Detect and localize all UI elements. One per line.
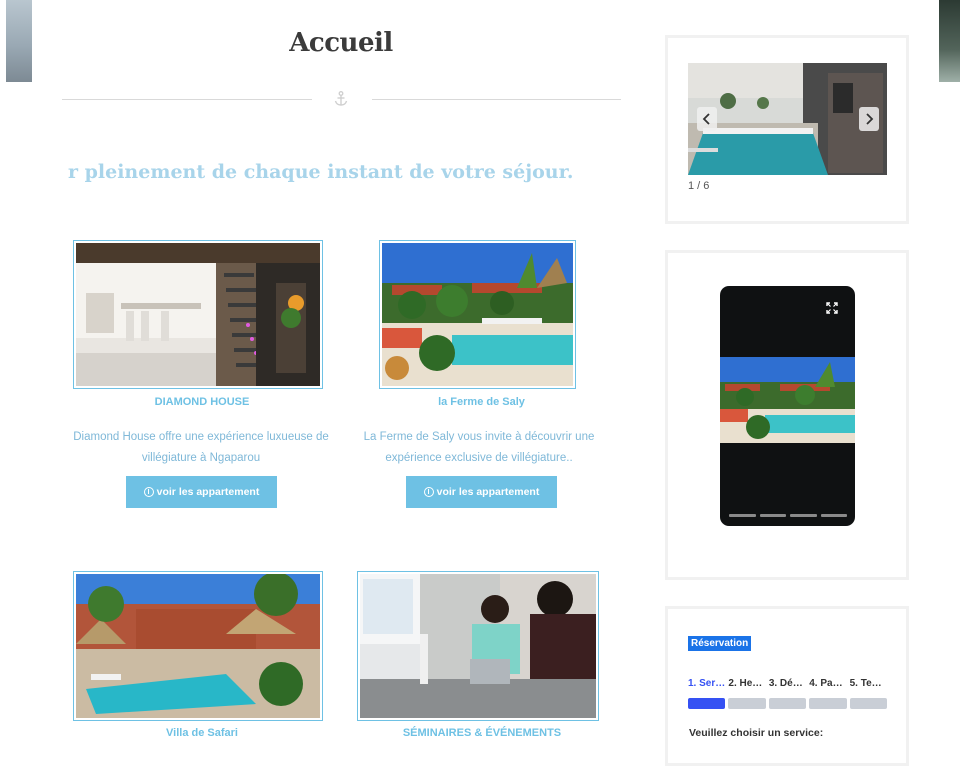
progress-segment <box>728 698 766 709</box>
divider-line-right <box>372 99 621 100</box>
story-viewer[interactable] <box>720 286 855 526</box>
booking-step[interactable]: 1. Ser… <box>688 678 725 689</box>
slider-counter: 1 / 6 <box>688 180 710 192</box>
progress-segment <box>768 698 807 709</box>
property-description: Diamond House offre une expérience luxue… <box>73 431 329 464</box>
slider-next-button[interactable] <box>859 107 879 131</box>
story-segment <box>729 514 756 517</box>
property-title[interactable]: SÉMINAIRES & ÉVÉNEMENTS <box>357 727 607 739</box>
story-segment <box>759 514 786 517</box>
button-label: voir les appartement <box>436 486 540 498</box>
divider-line-left <box>62 99 312 100</box>
anchor-icon <box>334 91 348 106</box>
image-slider[interactable] <box>688 63 887 175</box>
property-image-villa-de-safari[interactable] <box>73 571 323 721</box>
booking-steps: 1. Ser… 2. He… 3. Dé… 4. Pa… 5. Te… <box>688 678 887 689</box>
view-apartments-button[interactable]: voir les appartement <box>406 476 557 508</box>
circle-arrow-down-icon <box>143 487 154 497</box>
story-image <box>720 357 855 443</box>
story-segment <box>820 514 847 517</box>
booking-step[interactable]: 3. Dé… <box>769 678 806 689</box>
property-image-seminaires[interactable] <box>357 571 599 721</box>
right-edge-image <box>939 0 960 82</box>
tagline: r pleinement de chaque instant de votre … <box>68 161 574 183</box>
property-description: La Ferme de Saly vous invite à découvrir… <box>363 431 595 464</box>
booking-step[interactable]: 2. He… <box>728 678 765 689</box>
booking-step[interactable]: 5. Te… <box>850 678 887 689</box>
story-progress <box>729 514 847 517</box>
booking-step[interactable]: 4. Pa… <box>809 678 846 689</box>
property-title[interactable]: Villa de Safari <box>73 727 331 739</box>
page-title: Accueil <box>289 28 393 58</box>
circle-arrow-down-icon <box>423 487 434 497</box>
chevron-right-icon <box>866 113 874 125</box>
slider-prev-button[interactable] <box>697 107 717 131</box>
property-image-diamond-house[interactable] <box>73 240 323 389</box>
booking-badge: Réservation <box>688 636 752 651</box>
story-segment <box>790 514 817 517</box>
button-label: voir les appartement <box>156 486 260 498</box>
progress-segment <box>849 698 888 709</box>
view-apartments-button[interactable]: voir les appartement <box>126 476 277 508</box>
booking-progress <box>688 698 888 709</box>
progress-segment <box>688 698 726 709</box>
chevron-left-icon <box>702 113 710 125</box>
service-prompt: Veuillez choisir un service: <box>689 727 824 739</box>
property-title[interactable]: DIAMOND HOUSE <box>73 396 331 408</box>
progress-segment <box>809 698 847 709</box>
property-image-ferme-de-saly[interactable] <box>379 240 576 389</box>
left-edge-image <box>6 0 32 82</box>
property-title[interactable]: la Ferme de Saly <box>379 396 584 408</box>
expand-icon[interactable] <box>826 302 838 314</box>
